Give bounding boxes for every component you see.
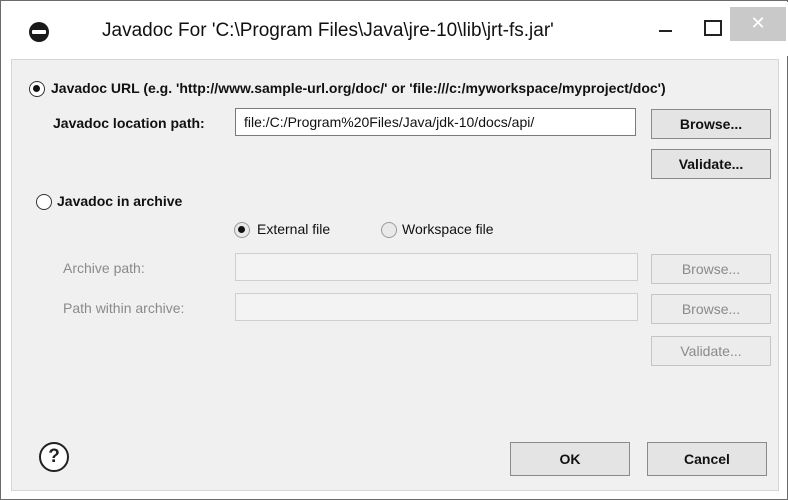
archive-path-label: Archive path:	[63, 260, 145, 276]
javadoc-location-input[interactable]: file:/C:/Program%20Files/Java/jdk-10/doc…	[235, 108, 636, 136]
external-file-radio[interactable]	[234, 222, 250, 238]
app-icon	[29, 22, 49, 42]
validate-archive-button[interactable]: Validate...	[651, 336, 771, 366]
javadoc-url-radio[interactable]	[29, 81, 45, 97]
window-title: Javadoc For 'C:\Program Files\Java\jre-1…	[102, 20, 554, 41]
external-file-label: External file	[257, 221, 331, 237]
browse-url-button[interactable]: Browse...	[651, 109, 771, 139]
javadoc-location-label: Javadoc location path:	[53, 115, 205, 131]
javadoc-archive-radio[interactable]	[36, 194, 52, 210]
path-within-archive-input[interactable]	[235, 293, 638, 321]
cancel-button[interactable]: Cancel	[647, 442, 767, 476]
close-button[interactable]: ✕	[730, 7, 786, 41]
minimize-button[interactable]	[646, 16, 686, 46]
browse-archive-button[interactable]: Browse...	[651, 254, 771, 284]
help-icon[interactable]: ?	[39, 442, 69, 472]
path-within-archive-label: Path within archive:	[63, 300, 185, 316]
workspace-file-label: Workspace file	[402, 221, 494, 237]
workspace-file-radio[interactable]	[381, 222, 397, 238]
title-bar: Javadoc For 'C:\Program Files\Java\jre-1…	[2, 2, 788, 56]
javadoc-url-label: Javadoc URL (e.g. 'http://www.sample-url…	[51, 80, 666, 96]
close-icon: ✕	[750, 13, 766, 34]
browse-path-within-button[interactable]: Browse...	[651, 294, 771, 324]
maximize-button[interactable]	[692, 14, 732, 44]
javadoc-dialog: Javadoc For 'C:\Program Files\Java\jre-1…	[0, 0, 788, 500]
ok-button[interactable]: OK	[510, 442, 630, 476]
javadoc-archive-label: Javadoc in archive	[57, 193, 183, 209]
archive-path-input[interactable]	[235, 253, 638, 281]
validate-url-button[interactable]: Validate...	[651, 149, 771, 179]
